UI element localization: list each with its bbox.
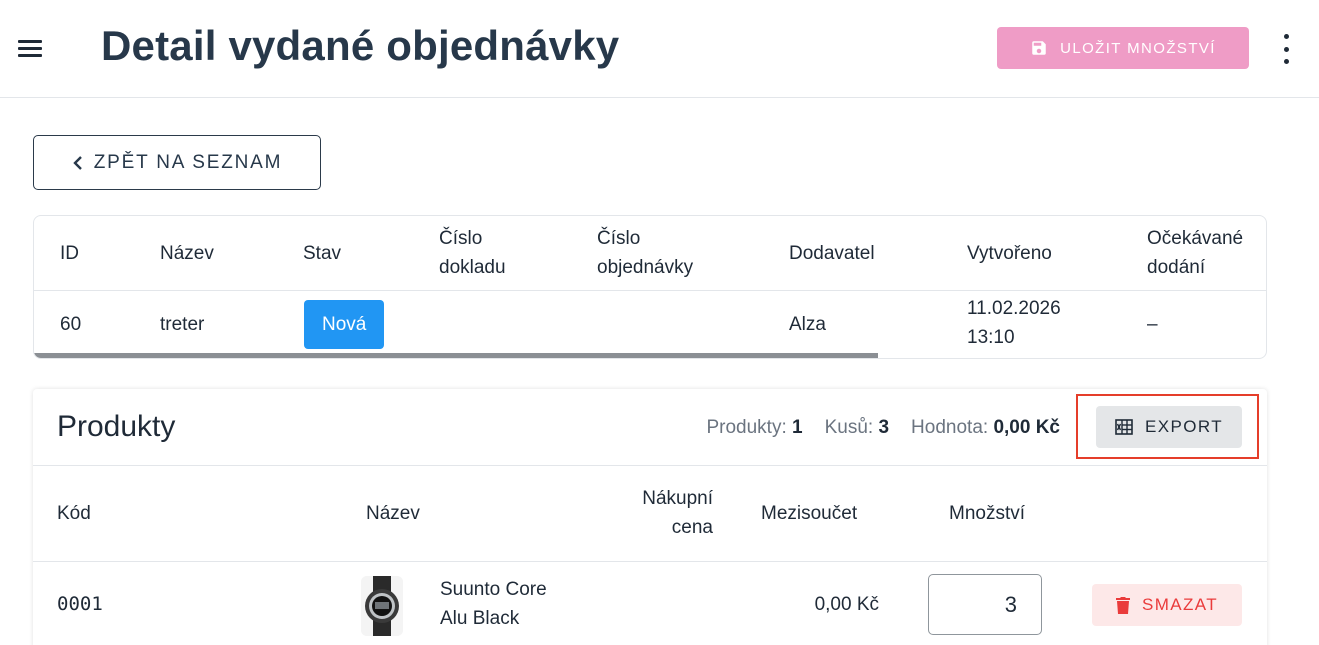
column-header-created: Vytvořeno	[967, 243, 1052, 264]
products-summary: Produkty: 1 Kusů: 3 Hodnota: 0,00 Kč	[706, 417, 1060, 439]
column-header-product-name: Název	[366, 503, 420, 524]
delete-label: SMAZAT	[1141, 595, 1219, 614]
order-detail-table: ID Název Stav Číslo dokladu Číslo objedn…	[33, 215, 1267, 359]
cell-name: treter	[160, 314, 205, 335]
column-header-status: Stav	[303, 243, 342, 264]
save-quantity-label: ULOŽIT MNOŽSTVÍ	[1060, 39, 1216, 57]
column-header-doc-number: Číslo dokladu	[439, 228, 506, 278]
hamburger-menu-icon[interactable]	[18, 40, 42, 58]
products-table-header: Kód Název Nákupní cena Mezisoučet Množst…	[33, 466, 1267, 562]
pieces-count: Kusů: 3	[824, 417, 890, 438]
cell-created: 11.02.2026 13:10	[967, 298, 1061, 348]
quantity-input[interactable]	[928, 574, 1042, 635]
cell-expected-delivery: –	[1147, 314, 1158, 335]
products-title: Produkty	[57, 410, 176, 443]
floppy-disk-icon	[1032, 41, 1046, 55]
chevron-left-icon	[73, 155, 82, 170]
table-row: 60 treter Nová Alza 11.02.2026 13:10 –	[34, 291, 1266, 358]
order-table-header: ID Název Stav Číslo dokladu Číslo objedn…	[34, 216, 1266, 291]
column-header-quantity: Množství	[949, 503, 1026, 524]
column-header-order-number: Číslo objednávky	[597, 228, 694, 278]
cell-id: 60	[60, 314, 82, 335]
column-header-id: ID	[60, 243, 79, 264]
total-value: Hodnota: 0,00 Kč	[911, 417, 1060, 438]
page-title: Detail vydané objednávky	[101, 22, 620, 69]
column-header-supplier: Dodavatel	[789, 243, 875, 264]
products-count: Produkty: 1	[706, 417, 803, 438]
product-thumbnail	[361, 576, 403, 636]
column-header-expected-delivery: Očekávané dodání	[1147, 228, 1244, 278]
status-badge: Nová	[304, 300, 385, 349]
cell-subtotal: 0,00 Kč	[814, 594, 879, 615]
back-to-list-label: ZPĚT NA SEZNAM	[93, 151, 283, 173]
export-label: EXPORT	[1145, 417, 1223, 436]
more-vertical-icon[interactable]	[1276, 34, 1296, 64]
trash-icon	[1115, 596, 1130, 614]
spreadsheet-icon	[1115, 419, 1133, 435]
back-to-list-button[interactable]: ZPĚT NA SEZNAM	[33, 135, 321, 190]
column-header-subtotal: Mezisoučet	[761, 503, 858, 524]
cell-code: 0001	[57, 593, 103, 615]
save-quantity-button[interactable]: ULOŽIT MNOŽSTVÍ	[997, 27, 1249, 69]
table-row: 0001 Suunto Core Alu Black 0,00 Kč SMAZA…	[33, 562, 1267, 645]
export-button[interactable]: EXPORT	[1096, 406, 1242, 448]
products-card: Produkty Produkty: 1 Kusů: 3 Hodnota: 0,…	[33, 389, 1267, 645]
cell-supplier: Alza	[789, 314, 826, 335]
column-header-code: Kód	[57, 503, 91, 524]
cell-product-name: Suunto Core Alu Black	[440, 579, 547, 629]
horizontal-scrollbar[interactable]	[34, 353, 878, 358]
column-header-name: Název	[160, 243, 214, 264]
delete-button[interactable]: SMAZAT	[1092, 584, 1242, 626]
column-header-purchase-price: Nákupní cena	[642, 488, 713, 538]
app-header: Detail vydané objednávky ULOŽIT MNOŽSTVÍ	[0, 0, 1319, 98]
